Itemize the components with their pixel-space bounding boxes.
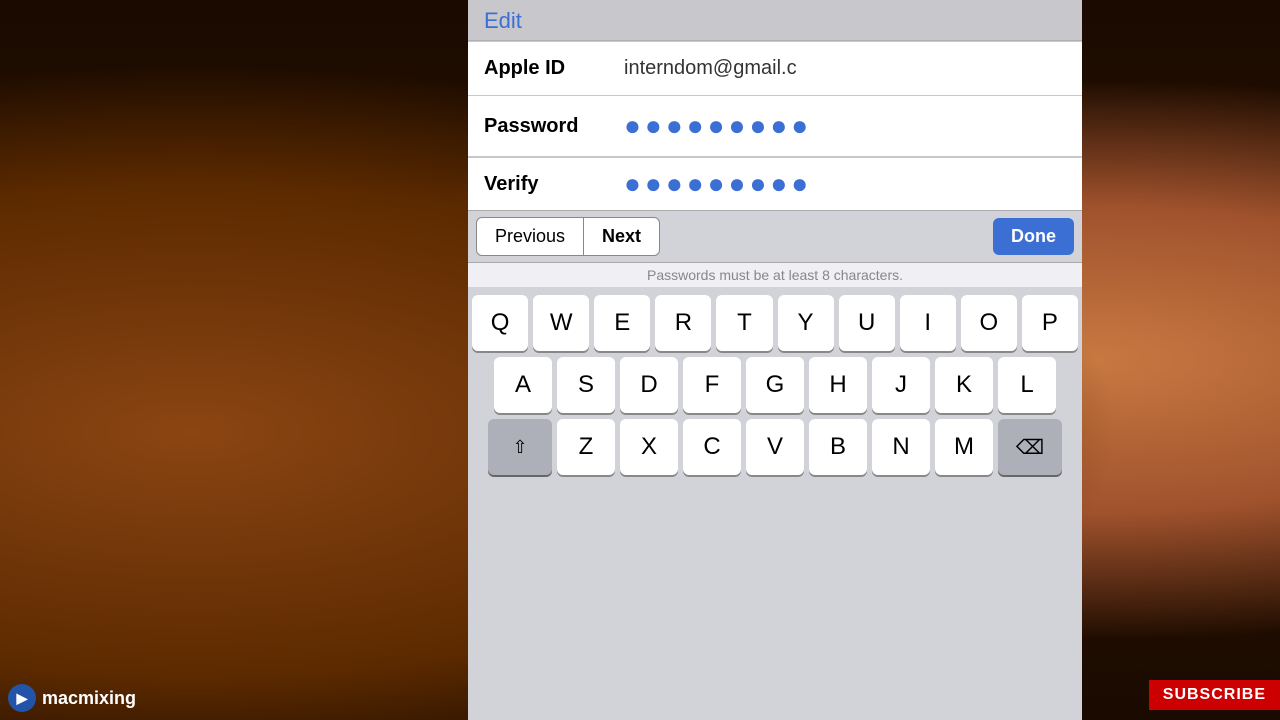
- verify-label: Verify: [484, 173, 624, 196]
- edit-button[interactable]: Edit: [484, 8, 522, 34]
- key-p[interactable]: P: [1022, 295, 1078, 351]
- delete-key[interactable]: ⌫: [998, 419, 1062, 475]
- keyboard-row-2: A S D F G H J K L: [472, 357, 1078, 413]
- key-u[interactable]: U: [839, 295, 895, 351]
- verify-row: Verify ●●●●●●●●●: [468, 157, 1082, 210]
- key-n[interactable]: N: [872, 419, 930, 475]
- key-v[interactable]: V: [746, 419, 804, 475]
- phone-screen: Edit Apple ID interndom@gmail.c Password…: [468, 0, 1082, 720]
- key-o[interactable]: O: [961, 295, 1017, 351]
- hint-text: Passwords must be at least 8 characters.: [468, 263, 1082, 287]
- key-l[interactable]: L: [998, 357, 1056, 413]
- subscribe-badge[interactable]: SUBSCRIBE: [1149, 680, 1280, 710]
- keyboard-row-1: Q W E R T Y U I O P: [472, 295, 1078, 351]
- key-i[interactable]: I: [900, 295, 956, 351]
- key-q[interactable]: Q: [472, 295, 528, 351]
- key-f[interactable]: F: [683, 357, 741, 413]
- keyboard-toolbar: Previous Next Done: [468, 210, 1082, 263]
- key-c[interactable]: C: [683, 419, 741, 475]
- apple-id-row: Apple ID interndom@gmail.c: [468, 42, 1082, 96]
- key-z[interactable]: Z: [557, 419, 615, 475]
- key-g[interactable]: G: [746, 357, 804, 413]
- apple-id-label: Apple ID: [484, 57, 624, 80]
- next-button[interactable]: Next: [584, 217, 660, 256]
- password-row: Password ●●●●●●●●●: [468, 96, 1082, 156]
- key-t[interactable]: T: [716, 295, 772, 351]
- key-d[interactable]: D: [620, 357, 678, 413]
- key-s[interactable]: S: [557, 357, 615, 413]
- key-y[interactable]: Y: [778, 295, 834, 351]
- key-m[interactable]: M: [935, 419, 993, 475]
- key-w[interactable]: W: [533, 295, 589, 351]
- password-dots[interactable]: ●●●●●●●●●: [624, 110, 1066, 142]
- password-label: Password: [484, 115, 624, 138]
- key-x[interactable]: X: [620, 419, 678, 475]
- logo-icon: ▶: [8, 684, 36, 712]
- logo-text: macmixing: [42, 688, 136, 709]
- form-card: Apple ID interndom@gmail.c Password ●●●●…: [468, 41, 1082, 157]
- key-b[interactable]: B: [809, 419, 867, 475]
- key-r[interactable]: R: [655, 295, 711, 351]
- shift-key[interactable]: ⇧: [488, 419, 552, 475]
- key-j[interactable]: J: [872, 357, 930, 413]
- keyboard-row-3: ⇧ Z X C V B N M ⌫: [472, 419, 1078, 475]
- verify-dots[interactable]: ●●●●●●●●●: [624, 168, 1066, 200]
- key-h[interactable]: H: [809, 357, 867, 413]
- key-a[interactable]: A: [494, 357, 552, 413]
- done-button[interactable]: Done: [993, 218, 1074, 255]
- keyboard: Q W E R T Y U I O P A S D F G H J K L ⇧ …: [468, 287, 1082, 720]
- previous-button[interactable]: Previous: [476, 217, 584, 256]
- top-bar: Edit: [468, 0, 1082, 41]
- apple-id-value[interactable]: interndom@gmail.c: [624, 57, 1066, 80]
- key-k[interactable]: K: [935, 357, 993, 413]
- key-e[interactable]: E: [594, 295, 650, 351]
- logo-badge: ▶ macmixing: [8, 684, 136, 712]
